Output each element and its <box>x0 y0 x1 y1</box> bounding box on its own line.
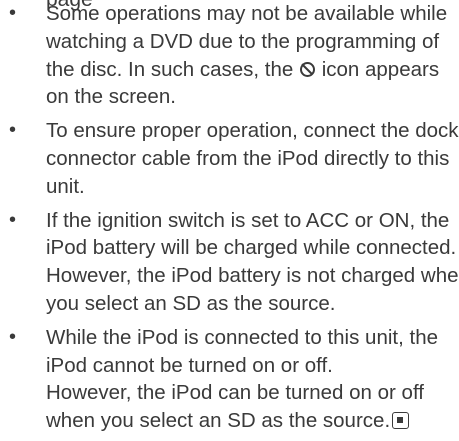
note-text-line: If the ignition switch is set to ACC or … <box>46 208 450 232</box>
note-text-line: Some operations may not be available whi… <box>46 2 448 25</box>
note-text-fragment: icon appears <box>321 57 440 81</box>
note-text-line: watching a DVD due to the programming of <box>46 29 440 53</box>
note-text-line: when you select an SD as the source. <box>46 407 451 435</box>
bullet: • <box>9 208 17 231</box>
note-text-line: To ensure proper operation, connect the … <box>46 119 459 143</box>
note-text-line: iPod cannot be turned on or off. <box>46 353 333 377</box>
notes-list: • Some operations may not be available w… <box>0 0 459 441</box>
note-text-fragment: when you select an SD as the source. <box>46 409 391 433</box>
end-of-section-icon <box>392 412 410 430</box>
note-text-line: you select an SD as the source. <box>46 291 336 315</box>
note-text-line: connector cable from the iPod directly t… <box>46 146 450 170</box>
list-item: • To ensure proper operation, connect th… <box>0 117 459 200</box>
note-text-line: unit. <box>46 174 85 198</box>
bullet: • <box>9 325 17 348</box>
list-item: • If the ignition switch is set to ACC o… <box>0 207 459 318</box>
note-text-line: However, the iPod battery is not charged… <box>46 264 459 288</box>
bullet: • <box>9 2 17 24</box>
note-text-fragment: the disc. In such cases, the <box>46 57 294 81</box>
note-text-line: on the screen. <box>46 85 176 109</box>
note-text-line: While the iPod is connected to this unit… <box>46 325 439 349</box>
note-text-line: the disc. In such cases, the icon appear… <box>46 56 451 84</box>
list-item: • Some operations may not be available w… <box>0 0 459 111</box>
bullet: • <box>9 119 17 142</box>
note-text-line: iPod battery will be charged while conne… <box>46 236 457 260</box>
list-item: • While the iPod is connected to this un… <box>0 324 459 435</box>
note-text-line: However, the iPod can be turned on or of… <box>46 381 424 405</box>
prohibited-icon <box>299 61 315 77</box>
